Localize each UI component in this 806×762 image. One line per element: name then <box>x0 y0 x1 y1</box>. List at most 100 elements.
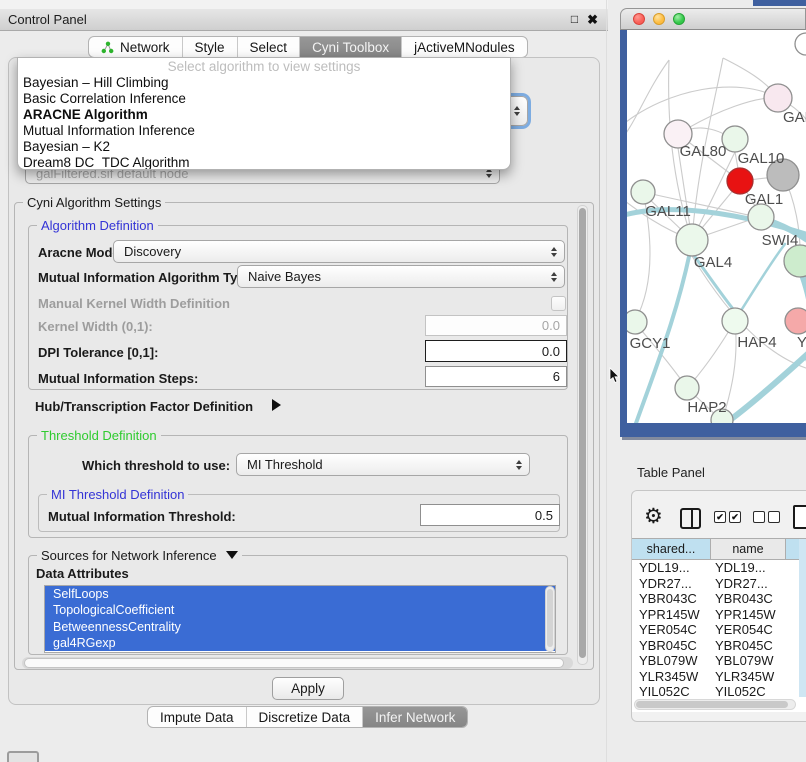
network-node-gal11 <box>631 180 655 204</box>
control-panel-top-strip <box>0 0 608 9</box>
close-traffic-light-icon[interactable] <box>633 13 645 25</box>
table-hscrollbar-thumb[interactable] <box>636 701 788 708</box>
node-label: Y <box>797 334 806 351</box>
network-node-salmon <box>785 308 806 334</box>
network-node-gcy1 <box>627 310 647 334</box>
tab-style[interactable]: Style <box>182 37 237 57</box>
list-item[interactable]: gal4RGexp <box>45 635 555 651</box>
list-item[interactable]: BetweennessCentrality <box>45 619 555 635</box>
tab-infer-network[interactable]: Infer Network <box>362 707 467 727</box>
float-window-icon[interactable]: □ <box>571 12 578 28</box>
table-row[interactable]: YDL19...YDL19...13 <box>632 560 806 576</box>
tab-jactivemnodules[interactable]: jActiveMNodules <box>401 37 527 57</box>
combo-stepper-icon <box>514 106 520 116</box>
tab-discretize-data-label: Discretize Data <box>259 710 351 725</box>
select-all-checks-icon[interactable]: ✔✔ <box>714 511 741 523</box>
table-row[interactable]: YLR345WYLR345W9. <box>632 669 806 685</box>
apply-button[interactable]: Apply <box>272 677 344 700</box>
column-header-name[interactable]: name <box>711 538 786 560</box>
dropdown-item[interactable]: Basic Correlation Inference <box>18 91 510 107</box>
tab-select-label: Select <box>250 40 288 55</box>
table-row[interactable]: YER054CYER054C8. <box>632 622 806 638</box>
dropdown-item[interactable]: Bayesian – Hill Climbing <box>18 75 510 91</box>
collapsed-panel-button[interactable] <box>7 751 39 762</box>
tab-discretize-data[interactable]: Discretize Data <box>246 707 363 727</box>
table-vscrollbar[interactable] <box>799 539 806 697</box>
column-manager-icon[interactable] <box>680 508 701 529</box>
dpi-tolerance-field[interactable]: 0.0 <box>425 340 567 362</box>
network-window-frame-bottom <box>620 423 806 437</box>
settings-scrollbar[interactable] <box>577 205 588 665</box>
list-scrollbar[interactable] <box>545 586 555 652</box>
minimize-traffic-light-icon[interactable] <box>653 13 665 25</box>
table-body[interactable]: YDL19...YDL19...13 YDR27...YDR27...12 YB… <box>632 560 806 700</box>
network-node <box>795 33 806 55</box>
table-row[interactable]: YPR145WYPR145W9. <box>632 607 806 623</box>
tab-select[interactable]: Select <box>237 37 300 57</box>
hub-expand-icon[interactable] <box>272 399 281 411</box>
node-label: GAL1 <box>745 191 783 208</box>
tab-cyni-toolbox[interactable]: Cyni Toolbox <box>299 37 401 57</box>
sources-title-text: Sources for Network Inference <box>41 548 217 563</box>
dpi-tolerance-value: 0.0 <box>542 344 560 359</box>
table-row[interactable]: YIL052CYIL052C9 <box>632 684 806 700</box>
aracne-mode-value: Discovery <box>124 244 181 259</box>
mi-steps-label: Mutual Information Steps: <box>38 371 198 386</box>
tab-impute-data-label: Impute Data <box>160 710 234 725</box>
threshold-definition-title: Threshold Definition <box>37 428 161 443</box>
table-panel-title: Table Panel <box>637 465 705 480</box>
which-threshold-combo[interactable]: MI Threshold <box>236 453 530 476</box>
dropdown-item[interactable]: Dream8 DC_TDC Algorithm <box>18 155 510 170</box>
table-row[interactable]: YDR27...YDR27...12 <box>632 576 806 592</box>
mi-algorithm-type-combo[interactable]: Naive Bayes <box>237 265 565 288</box>
node-label: HAP2 <box>687 399 726 416</box>
control-panel-tab-strip: Network Style Select Cyni Toolbox jActiv… <box>88 36 528 58</box>
mi-steps-value: 6 <box>553 369 560 384</box>
kernel-width-label: Kernel Width (0,1): <box>38 319 153 334</box>
table-row[interactable]: YBR043CYBR043C <box>632 591 806 607</box>
settings-hscrollbar[interactable] <box>22 657 573 669</box>
mi-threshold-value: 0.5 <box>535 508 553 523</box>
mi-algorithm-type-value: Naive Bayes <box>248 269 321 284</box>
dropdown-item[interactable]: Mutual Information Inference <box>18 123 510 139</box>
tab-style-label: Style <box>195 40 225 55</box>
mi-steps-field[interactable]: 6 <box>425 366 567 387</box>
mi-threshold-group-title: MI Threshold Definition <box>47 487 188 502</box>
network-tab-icon <box>101 41 114 54</box>
network-window-titlebar[interactable] <box>620 8 806 30</box>
cyni-bottom-tab-strip: Impute Data Discretize Data Infer Networ… <box>147 706 468 728</box>
table-settings-gear-icon[interactable]: ⚙ <box>644 504 663 529</box>
list-item[interactable]: TopologicalCoefficient <box>45 602 555 618</box>
kernel-width-value: 0.0 <box>542 318 560 333</box>
network-node-hap4 <box>722 308 748 334</box>
table-row[interactable]: YBR045CYBR045C9. <box>632 638 806 654</box>
tab-network-label: Network <box>120 40 170 55</box>
node-label: SWI4 <box>762 232 799 249</box>
deselect-all-checks-icon[interactable] <box>753 511 780 523</box>
table-row[interactable]: YBL079WYBL079W <box>632 653 806 669</box>
node-label: GAL11 <box>645 203 691 220</box>
close-window-icon[interactable]: ✖ <box>587 12 598 28</box>
control-panel-title: Control Panel <box>8 12 87 27</box>
dropdown-item[interactable]: Bayesian – K2 <box>18 139 510 155</box>
tab-impute-data[interactable]: Impute Data <box>148 707 246 727</box>
control-panel-titlebar: Control Panel □ ✖ <box>0 9 608 31</box>
dropdown-item-selected[interactable]: ARACNE Algorithm <box>18 107 510 123</box>
combo-stepper-icon <box>516 460 522 470</box>
new-table-icon[interactable] <box>793 505 806 529</box>
tab-cyni-toolbox-label: Cyni Toolbox <box>312 40 389 55</box>
mi-threshold-field[interactable]: 0.5 <box>420 504 560 526</box>
sources-collapse-icon[interactable] <box>226 551 238 559</box>
mi-threshold-label: Mutual Information Threshold: <box>48 509 236 524</box>
tab-network[interactable]: Network <box>89 37 182 57</box>
list-item[interactable]: SelfLoops <box>45 586 555 602</box>
manual-kernel-width-label: Manual Kernel Width Definition <box>38 296 230 311</box>
panel-divider[interactable] <box>606 0 607 762</box>
network-node-gal4 <box>676 224 708 256</box>
data-attributes-list[interactable]: SelfLoops TopologicalCoefficient Between… <box>44 585 556 653</box>
network-canvas[interactable]: GAL GAL80 GAL10 GAL1 GAL11 SWI4 GAL4 GCY… <box>627 30 806 423</box>
hub-definition-label[interactable]: Hub/Transcription Factor Definition <box>35 399 253 414</box>
zoom-traffic-light-icon[interactable] <box>673 13 685 25</box>
column-header-shared-name[interactable]: shared... <box>632 538 711 560</box>
aracne-mode-combo[interactable]: Discovery <box>113 240 565 263</box>
